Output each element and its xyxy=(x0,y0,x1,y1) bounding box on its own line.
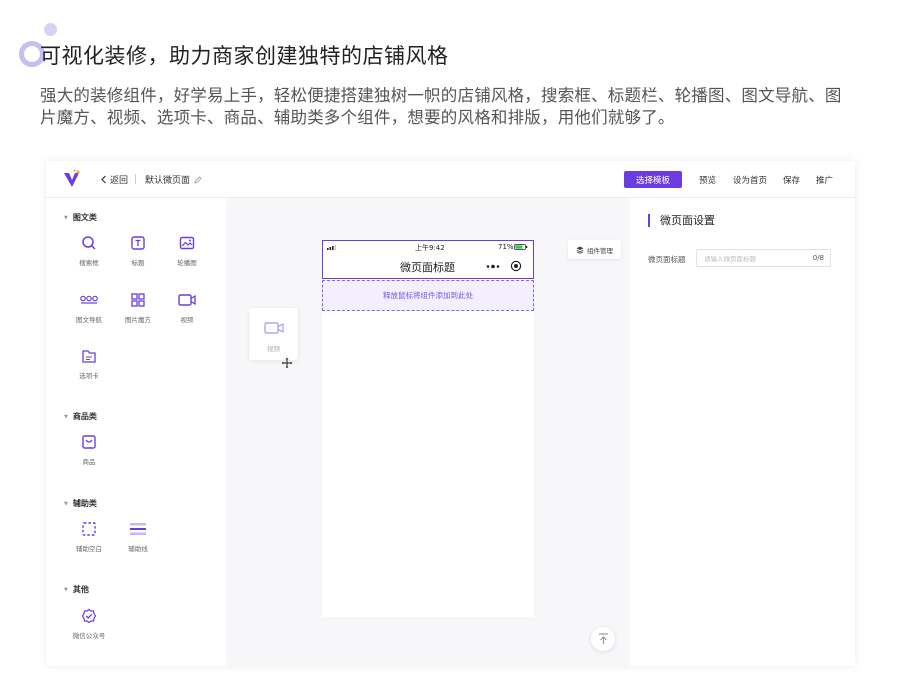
set-homepage-link[interactable]: 设为首页 xyxy=(733,174,767,186)
video-icon xyxy=(263,322,284,334)
battery-icon xyxy=(514,244,528,250)
decor-dot xyxy=(44,23,57,36)
app-logo-icon xyxy=(64,169,80,187)
status-time: 上午9:42 xyxy=(415,244,445,252)
headline: 可视化装修，助力商家创建独特的店铺风格 xyxy=(40,44,449,68)
component-goods[interactable]: 商品 xyxy=(65,434,113,466)
caret-down-icon: ▼ xyxy=(64,500,68,507)
nav-dots-icon xyxy=(80,295,98,304)
scroll-top-button[interactable] xyxy=(591,627,615,651)
category-header[interactable]: ▼ 其他 xyxy=(64,584,89,595)
target-icon xyxy=(510,260,522,272)
editor-window: 返回 默认微页面 选择模板 预览 设为首页 保存 推广 ▼ 图文类 搜索框 标题… xyxy=(46,161,855,666)
caret-down-icon: ▼ xyxy=(64,586,68,593)
component-wechat-official[interactable]: 微信公众号 xyxy=(65,608,113,640)
phone-page-title: 微页面标题 xyxy=(400,261,455,274)
dragging-component-card[interactable]: 视频 xyxy=(249,308,298,360)
caret-down-icon: ▼ xyxy=(64,413,68,420)
chevron-left-icon xyxy=(101,175,106,184)
arrow-up-icon xyxy=(598,633,608,644)
caret-down-icon: ▼ xyxy=(64,214,68,221)
settings-title: 微页面设置 xyxy=(648,214,715,227)
signal-icon xyxy=(327,245,337,250)
layers-icon xyxy=(576,246,584,254)
component-divider[interactable]: 辅助线 xyxy=(114,521,162,553)
page-title-input[interactable]: 请输入微页面标题 0/8 xyxy=(696,249,831,267)
component-tabs[interactable]: 选项卡 xyxy=(65,348,113,380)
grid-icon xyxy=(131,293,145,307)
component-manager-button[interactable]: 组件管理 xyxy=(568,240,621,259)
edit-icon[interactable] xyxy=(194,175,202,184)
drop-zone[interactable]: 释放鼠标将组件添加到此处 xyxy=(322,280,534,311)
component-carousel[interactable]: 轮播图 xyxy=(163,235,211,267)
phone-header[interactable]: 上午9:42 71% 微页面标题 xyxy=(322,240,534,279)
component-title[interactable]: 标题 xyxy=(114,235,162,267)
promote-link[interactable]: 推广 xyxy=(816,174,833,186)
blank-icon xyxy=(82,522,96,536)
settings-panel: 微页面设置 微页面标题 请输入微页面标题 0/8 xyxy=(630,198,855,666)
move-cursor-icon xyxy=(281,357,293,369)
phone-preview: 上午9:42 71% 微页面标题 释放鼠标将组件添加到此处 xyxy=(322,240,534,617)
back-label: 返回 xyxy=(110,176,129,186)
component-search[interactable]: 搜索框 xyxy=(65,235,113,267)
back-button[interactable]: 返回 xyxy=(100,173,128,186)
page-title-placeholder: 请输入微页面标题 xyxy=(704,255,756,263)
choose-template-button[interactable]: 选择模板 xyxy=(624,171,682,188)
page-name[interactable]: 默认微页面 xyxy=(145,173,202,186)
subtext: 强大的装修组件，好学易上手，轻松便捷搭建独树一帜的店铺风格，搜索框、标题栏、轮播… xyxy=(40,86,842,127)
status-bar: 上午9:42 71% xyxy=(327,243,529,253)
shop-bag-icon xyxy=(82,435,96,449)
image-carousel-icon xyxy=(179,236,195,250)
video-icon xyxy=(178,294,196,306)
divider-icon xyxy=(130,523,146,535)
char-counter: 0/8 xyxy=(812,254,824,262)
category-header[interactable]: ▼ 图文类 xyxy=(64,212,97,223)
save-link[interactable]: 保存 xyxy=(783,174,800,186)
component-image-cube[interactable]: 图片魔方 xyxy=(114,292,162,324)
badge-check-icon xyxy=(81,608,97,624)
top-bar: 返回 默认微页面 选择模板 预览 设为首页 保存 推广 xyxy=(46,161,855,198)
more-dots-icon xyxy=(486,264,500,269)
page-title-field-label: 微页面标题 xyxy=(648,255,686,264)
component-panel: ▼ 图文类 搜索框 标题 轮播图 图文导航 图片魔方 视频 选项卡 ▼ 商品类 … xyxy=(46,198,226,666)
component-image-nav[interactable]: 图文导航 xyxy=(65,292,113,324)
battery-percent: 71% xyxy=(498,243,514,251)
category-header[interactable]: ▼ 辅助类 xyxy=(64,498,97,509)
tab-icon xyxy=(82,350,96,363)
title-icon xyxy=(131,236,145,250)
divider xyxy=(135,174,136,184)
search-icon xyxy=(82,236,96,250)
component-video[interactable]: 视频 xyxy=(163,292,211,324)
category-header[interactable]: ▼ 商品类 xyxy=(64,411,97,422)
page-name-label: 默认微页面 xyxy=(145,176,191,186)
preview-link[interactable]: 预览 xyxy=(699,174,716,186)
component-manager-label: 组件管理 xyxy=(587,246,613,255)
dragging-card-label: 视频 xyxy=(267,345,280,353)
component-blank[interactable]: 辅助空白 xyxy=(65,521,113,553)
